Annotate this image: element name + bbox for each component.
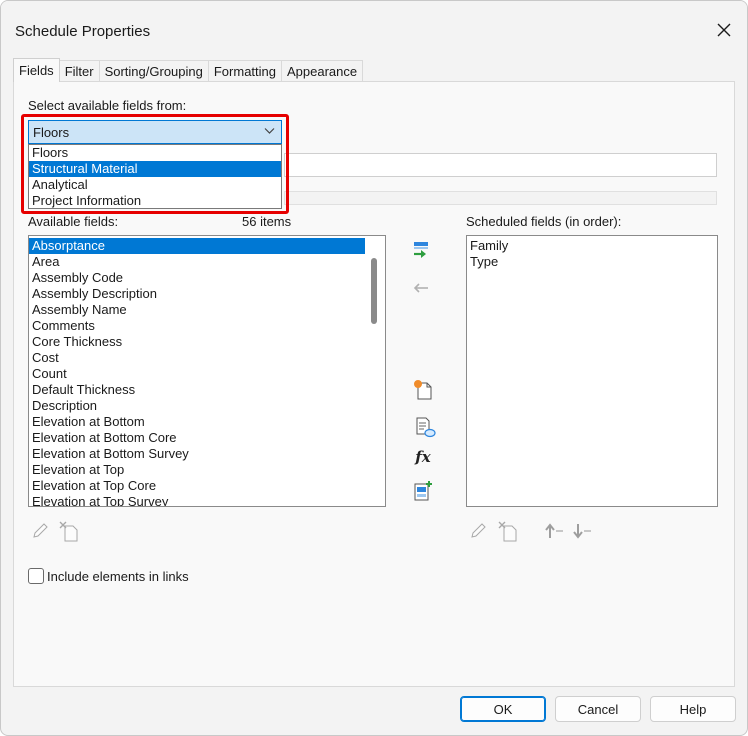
combine-parameters-icon xyxy=(414,481,432,501)
vertical-scrollbar-thumb[interactable] xyxy=(371,258,377,324)
tab-appearance[interactable]: Appearance xyxy=(281,60,364,82)
category-select-value: Floors xyxy=(33,125,70,140)
move-down-button[interactable] xyxy=(570,519,594,543)
available-fields-label: Available fields: xyxy=(28,214,119,229)
cancel-button[interactable]: Cancel xyxy=(555,696,641,722)
dialog-title: Schedule Properties xyxy=(15,23,151,40)
remove-field-icon xyxy=(413,283,428,293)
move-up-button[interactable] xyxy=(542,519,566,543)
list-item[interactable]: Elevation at Bottom xyxy=(29,414,365,430)
delete-parameter-button[interactable] xyxy=(57,519,81,543)
list-item[interactable]: Absorptance xyxy=(29,238,365,254)
filter-bar xyxy=(284,191,717,205)
help-button[interactable]: Help xyxy=(650,696,736,722)
fx-icon: fx xyxy=(415,448,431,466)
close-button[interactable] xyxy=(713,19,735,41)
list-item[interactable]: Comments xyxy=(29,318,365,334)
calculated-value-icon xyxy=(416,417,436,438)
list-item[interactable]: Default Thickness xyxy=(29,382,365,398)
dropdown-option-project-information[interactable]: Project Information xyxy=(29,193,281,209)
category-dropdown-list: Floors Structural Material Analytical Pr… xyxy=(28,144,282,209)
list-item[interactable]: Description xyxy=(29,398,365,414)
list-item[interactable]: Assembly Name xyxy=(29,302,365,318)
tab-sorting-grouping[interactable]: Sorting/Grouping xyxy=(98,60,209,82)
edit-pencil-icon xyxy=(33,523,48,538)
chevron-down-icon xyxy=(264,128,275,134)
list-item[interactable]: Assembly Code xyxy=(29,270,365,286)
move-down-icon xyxy=(573,524,591,539)
list-item[interactable]: Core Thickness xyxy=(29,334,365,350)
list-item[interactable]: Elevation at Bottom Survey xyxy=(29,446,365,462)
new-parameter-icon xyxy=(414,380,432,400)
add-field-button[interactable] xyxy=(409,238,433,262)
available-fields-list[interactable]: Absorptance Area Assembly Code Assembly … xyxy=(28,235,386,507)
scheduled-fields-label: Scheduled fields (in order): xyxy=(466,214,622,229)
dropdown-option-floors[interactable]: Floors xyxy=(29,145,281,161)
tab-fields[interactable]: Fields xyxy=(13,58,60,82)
calculated-value-button[interactable] xyxy=(413,415,437,439)
move-up-icon xyxy=(545,523,563,538)
field-search-input[interactable] xyxy=(284,153,717,177)
delete-parameter-icon xyxy=(498,521,517,542)
tab-filter[interactable]: Filter xyxy=(58,60,100,82)
edit-parameter-button[interactable] xyxy=(28,519,52,543)
formula-button[interactable]: fx xyxy=(411,445,435,469)
list-item[interactable]: Elevation at Top xyxy=(29,462,365,478)
remove-field-button[interactable] xyxy=(409,276,433,300)
tab-strip: Fields Filter Sorting/Grouping Formattin… xyxy=(13,58,364,82)
ok-button[interactable]: OK xyxy=(460,696,546,722)
list-item[interactable]: Elevation at Top Survey xyxy=(29,494,365,506)
list-item[interactable]: Area xyxy=(29,254,365,270)
delete-scheduled-parameter-button[interactable] xyxy=(496,519,520,543)
tab-formatting[interactable]: Formatting xyxy=(207,60,282,82)
include-links-checkbox[interactable] xyxy=(28,568,44,584)
category-select[interactable]: Floors xyxy=(28,120,282,144)
list-item[interactable]: Cost xyxy=(29,350,365,366)
schedule-properties-dialog: Schedule Properties Fields Filter Sortin… xyxy=(0,0,748,736)
list-item[interactable]: Count xyxy=(29,366,365,382)
delete-parameter-icon xyxy=(59,521,78,542)
list-item[interactable]: Assembly Description xyxy=(29,286,365,302)
edit-scheduled-parameter-button[interactable] xyxy=(466,519,490,543)
list-item[interactable]: Type xyxy=(467,254,717,270)
dropdown-option-structural-material[interactable]: Structural Material xyxy=(29,161,281,177)
available-fields-count: 56 items xyxy=(242,214,292,229)
combine-parameters-button[interactable] xyxy=(411,479,435,503)
include-links-label: Include elements in links xyxy=(47,568,189,584)
add-field-icon xyxy=(414,242,428,258)
new-parameter-button[interactable] xyxy=(411,378,435,402)
scheduled-fields-list[interactable]: Family Type xyxy=(466,235,718,507)
list-item[interactable]: Family xyxy=(467,238,717,254)
include-links-option[interactable]: Include elements in links xyxy=(28,568,189,584)
select-fields-label: Select available fields from: xyxy=(28,98,187,113)
title-bar: Schedule Properties xyxy=(1,1,747,57)
list-item[interactable]: Elevation at Top Core xyxy=(29,478,365,494)
close-icon xyxy=(717,23,731,37)
dropdown-option-analytical[interactable]: Analytical xyxy=(29,177,281,193)
edit-pencil-icon xyxy=(471,523,486,538)
list-item[interactable]: Elevation at Bottom Core xyxy=(29,430,365,446)
